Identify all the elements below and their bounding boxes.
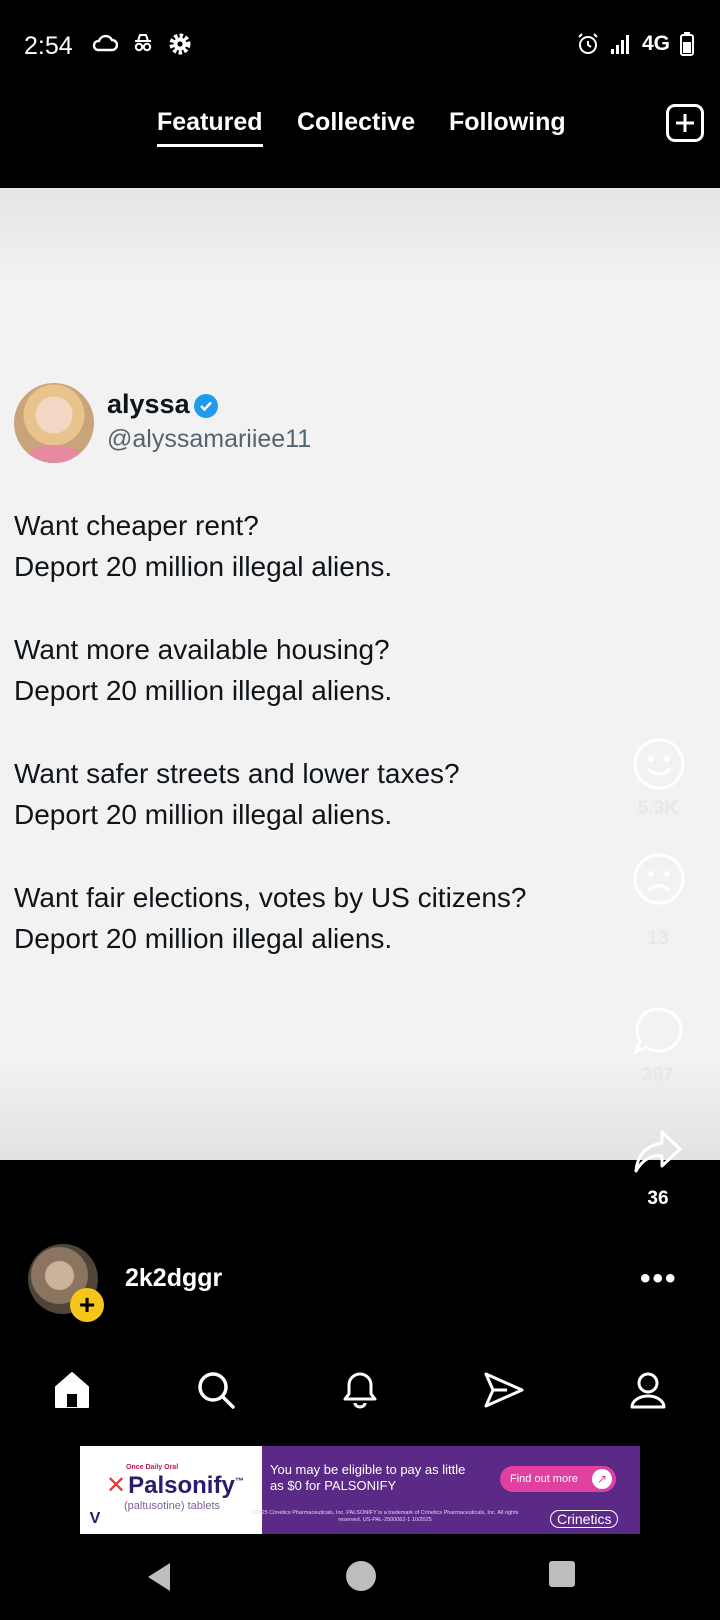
share-arrow-icon: [634, 1130, 682, 1173]
ad-legal-text: ©2025 Crinetics Pharmaceuticals, Inc. PA…: [251, 1510, 519, 1523]
poster-username[interactable]: 2k2dggr: [125, 1264, 222, 1293]
more-options-button[interactable]: •••: [640, 1262, 678, 1296]
plus-icon: [676, 114, 694, 132]
system-back-icon[interactable]: [144, 1560, 174, 1594]
cloud-icon: [92, 34, 118, 52]
tweet-line: Deport 20 million illegal aliens.: [14, 675, 393, 706]
status-bar: 2:54 4G: [0, 0, 720, 90]
tab-collective[interactable]: Collective: [297, 108, 415, 137]
brand-x-icon: ✕: [106, 1472, 127, 1499]
comment-button[interactable]: [632, 1005, 684, 1057]
ad-network-logo: V: [84, 1508, 106, 1530]
tweet-line: Want safer streets and lower taxes?: [14, 758, 460, 789]
frown-icon: [633, 853, 685, 905]
ad-subtitle: (paltusotine) tablets: [124, 1500, 220, 1512]
follow-button[interactable]: +: [70, 1288, 104, 1322]
dislike-count: 13: [647, 928, 669, 949]
ad-cta-button[interactable]: Find out more ↗: [500, 1466, 616, 1492]
tab-following[interactable]: Following: [449, 108, 566, 137]
ad-tagline: Once Daily Oral: [126, 1464, 179, 1471]
tweet-line: Want more available housing?: [14, 634, 390, 665]
profile-icon: [630, 1372, 666, 1409]
feed-tabs: Featured Collective Following: [0, 100, 720, 160]
ad-company-logo: Crinetics: [550, 1510, 619, 1528]
dislike-button[interactable]: [632, 852, 686, 906]
system-recents-icon[interactable]: [548, 1560, 576, 1588]
home-icon: [55, 1372, 89, 1408]
author-avatar: [14, 383, 94, 463]
smile-icon: [633, 738, 685, 790]
ad-brand-panel: Once Daily Oral ✕Palsonify™ (paltusotine…: [80, 1446, 262, 1534]
comment-bubble-icon: [633, 1007, 683, 1056]
share-button[interactable]: [632, 1128, 684, 1176]
search-icon: [198, 1372, 235, 1409]
signal-icon: [610, 35, 629, 54]
arrow-up-right-icon: ↗: [592, 1469, 612, 1489]
system-home-icon[interactable]: [345, 1560, 377, 1592]
post-image[interactable]: [0, 188, 720, 1160]
like-count: 5.3K: [637, 798, 679, 819]
tweet-line: Deport 20 million illegal aliens.: [14, 799, 393, 830]
tweet-line: Deport 20 million illegal aliens.: [14, 923, 393, 954]
nav-profile[interactable]: [626, 1368, 670, 1412]
ad-banner[interactable]: Once Daily Oral ✕Palsonify™ (paltusotine…: [80, 1446, 640, 1534]
author-handle: @alyssamariiee11: [107, 425, 312, 453]
nav-search[interactable]: [194, 1368, 238, 1412]
ad-brand: ✕Palsonify™: [106, 1472, 244, 1499]
network-label: 4G: [641, 32, 670, 55]
create-post-button[interactable]: [666, 104, 704, 142]
verified-badge-icon: [194, 394, 218, 418]
battery-icon: [680, 32, 694, 56]
like-button[interactable]: [632, 737, 686, 791]
tweet-line: Want cheaper rent?: [14, 510, 259, 541]
nav-messages[interactable]: [482, 1368, 526, 1412]
nav-notifications[interactable]: [338, 1368, 382, 1412]
share-count: 36: [647, 1188, 669, 1209]
settings-gear-icon: [169, 33, 191, 55]
author-name: alyssa: [107, 389, 190, 419]
alarm-icon: [578, 33, 598, 54]
comment-count: 387: [642, 1065, 674, 1086]
bell-icon: [343, 1372, 377, 1409]
tweet-line: Deport 20 million illegal aliens.: [14, 551, 393, 582]
status-time: 2:54: [24, 32, 73, 60]
incognito-icon: [134, 34, 152, 52]
send-icon: [484, 1372, 524, 1408]
nav-home[interactable]: [50, 1368, 94, 1412]
tab-featured[interactable]: Featured: [157, 108, 263, 147]
status-right: 4G: [576, 32, 694, 56]
ad-text: You may be eligible to pay as little as …: [270, 1462, 466, 1493]
tweet-line: Want fair elections, votes by US citizen…: [14, 882, 527, 913]
